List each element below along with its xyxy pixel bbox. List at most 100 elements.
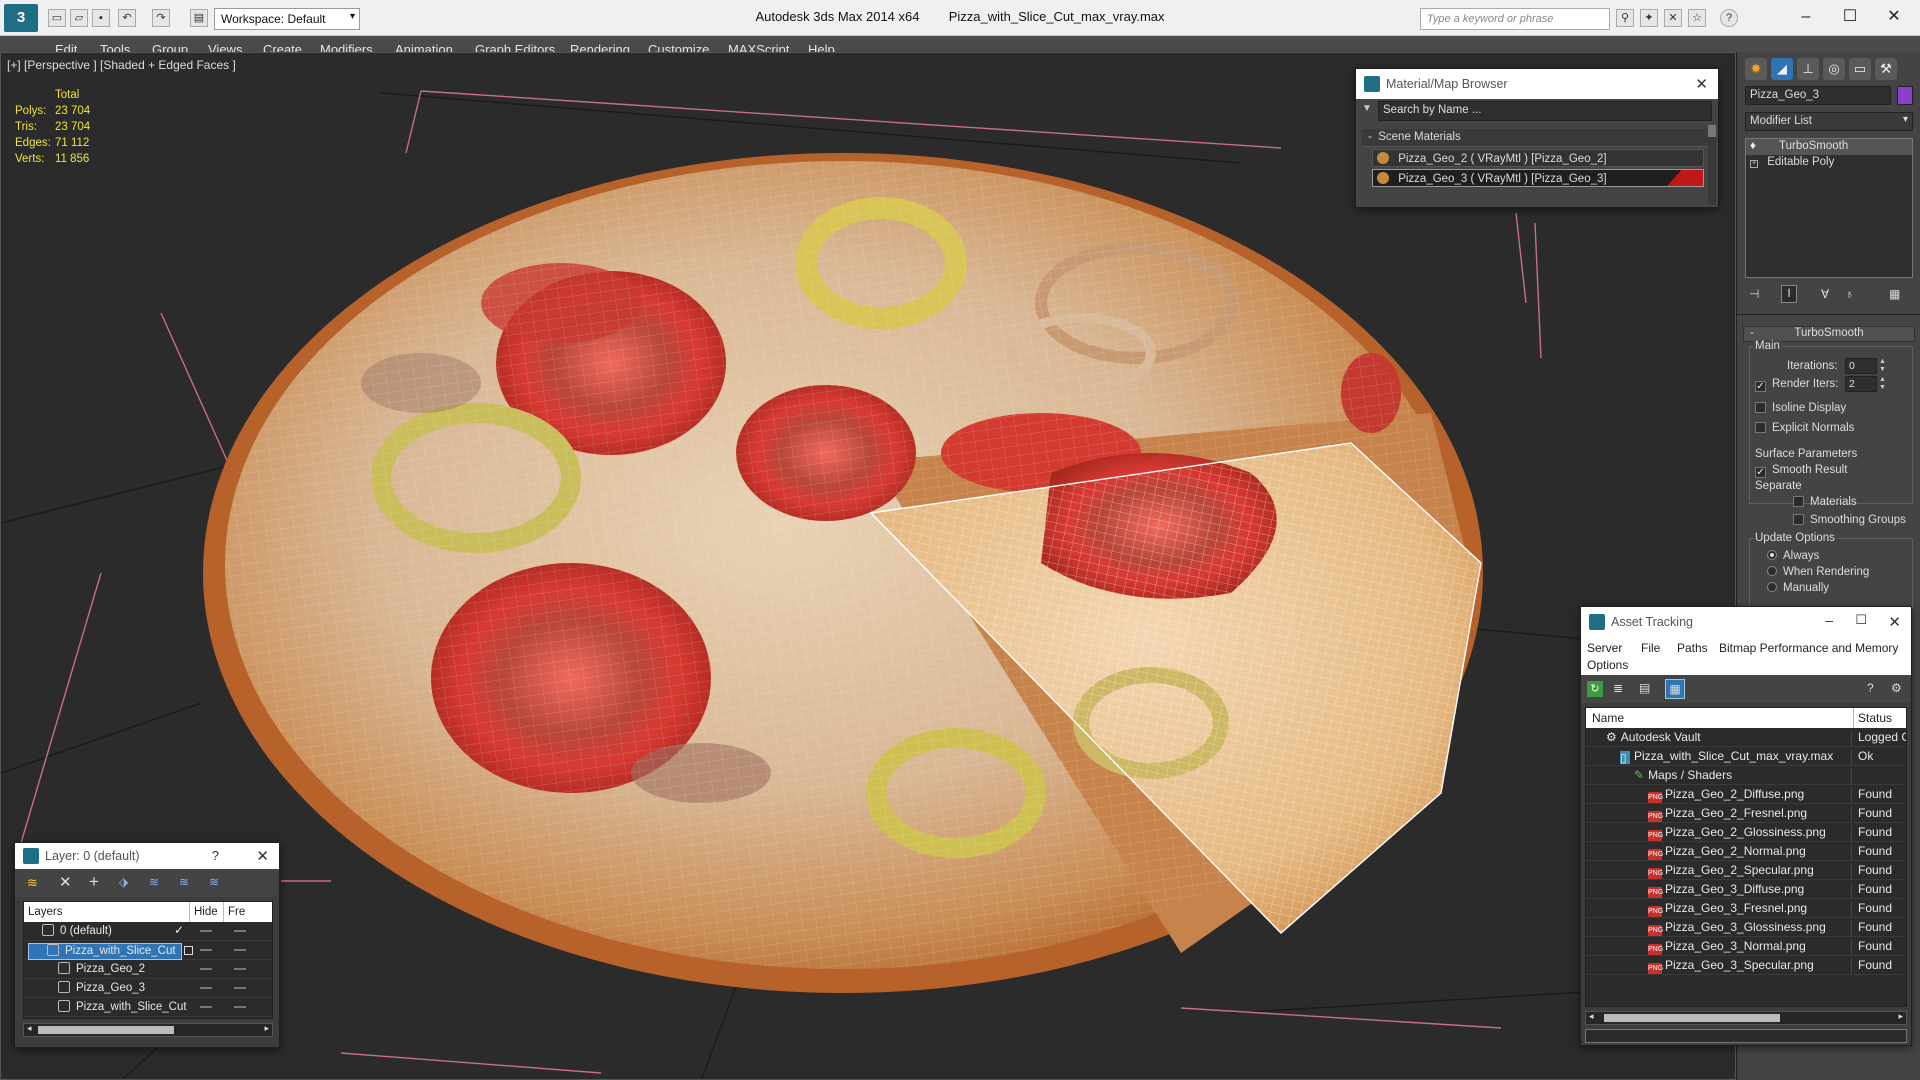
scroll-right-icon[interactable]: ▸: [1898, 1011, 1903, 1022]
layer-row[interactable]: Pizza_Geo_2: [24, 960, 272, 979]
settings-icon[interactable]: ⚙: [1891, 681, 1902, 695]
freeze-all-icon[interactable]: ≋: [209, 875, 219, 889]
smoothing-groups-checkbox[interactable]: [1793, 514, 1804, 525]
update-when-rendering-radio[interactable]: [1767, 566, 1777, 576]
isoline-display-row[interactable]: Isoline Display: [1755, 402, 1846, 414]
tree-view-icon[interactable]: ▤: [1639, 681, 1650, 695]
create-layer-icon[interactable]: ≋: [27, 875, 38, 891]
material-item-pizza-geo-3[interactable]: Pizza_Geo_3 ( VRayMtl ) [Pizza_Geo_3]: [1372, 169, 1704, 187]
utilities-tab-icon[interactable]: ⚒: [1875, 58, 1897, 80]
asset-row[interactable]: PNG Pizza_Geo_2_Fresnel.png Found: [1586, 804, 1906, 823]
update-manually-radio[interactable]: [1767, 582, 1777, 592]
add-to-layer-icon[interactable]: +: [89, 872, 99, 892]
delete-layer-icon[interactable]: ✕: [59, 873, 72, 891]
column-freeze[interactable]: Fre: [224, 902, 272, 922]
binoculars-icon[interactable]: ⚲: [1616, 9, 1634, 27]
stack-item-turbosmooth[interactable]: ♦ TurboSmooth: [1746, 139, 1912, 155]
asset-tracking-titlebar[interactable]: Asset Tracking – ☐ ✕: [1581, 607, 1911, 637]
maximize-icon[interactable]: ☐: [1830, 4, 1870, 30]
expand-icon[interactable]: +: [1750, 160, 1758, 168]
menu-server[interactable]: Server: [1587, 641, 1622, 655]
help-icon[interactable]: ?: [1867, 681, 1874, 695]
active-layer-box-icon[interactable]: [184, 946, 193, 955]
scene-materials-header[interactable]: - Scene Materials: [1362, 129, 1712, 147]
subscription-icon[interactable]: ✦: [1640, 9, 1658, 27]
update-always-radio[interactable]: [1767, 550, 1777, 560]
material-browser-titlebar[interactable]: Material/Map Browser ✕: [1356, 69, 1718, 99]
iterations-spinner[interactable]: ▲ ▼: [1879, 358, 1886, 374]
iterations-input[interactable]: 0: [1845, 358, 1877, 374]
help-icon[interactable]: ?: [212, 848, 219, 863]
browser-scrollbar[interactable]: [1708, 125, 1716, 205]
asset-row[interactable]: PNG Pizza_Geo_3_Specular.png Found: [1586, 956, 1906, 975]
layer-row[interactable]: 0 (default) ✓: [24, 922, 272, 941]
column-name[interactable]: Name: [1586, 708, 1854, 728]
material-item-pizza-geo-2[interactable]: Pizza_Geo_2 ( VRayMtl ) [Pizza_Geo_2]: [1372, 149, 1704, 167]
favorites-star-icon[interactable]: ☆: [1688, 9, 1706, 27]
menu-paths[interactable]: Paths: [1677, 641, 1708, 655]
motion-tab-icon[interactable]: ◎: [1823, 58, 1845, 80]
asset-row[interactable]: PNG Pizza_Geo_2_Specular.png Found: [1586, 861, 1906, 880]
viewport-label[interactable]: [+] [Perspective ] [Shaded + Edged Faces…: [7, 58, 236, 72]
materials-checkbox[interactable]: [1793, 496, 1804, 507]
create-tab-icon[interactable]: ✸: [1745, 58, 1767, 80]
remove-modifier-icon[interactable]: ♁: [1845, 287, 1854, 301]
freeze-toggle[interactable]: [234, 987, 246, 989]
modify-tab-icon[interactable]: ◢: [1771, 58, 1793, 80]
asset-row[interactable]: PNG Pizza_Geo_3_Diffuse.png Found: [1586, 880, 1906, 899]
asset-row[interactable]: ✎ Maps / Shaders: [1586, 766, 1906, 785]
list-view-icon[interactable]: ≣: [1613, 681, 1623, 695]
current-layer-check-icon[interactable]: ✓: [174, 923, 184, 937]
render-iters-checkbox[interactable]: ✓: [1755, 381, 1766, 392]
asset-row[interactable]: PNG Pizza_Geo_2_Diffuse.png Found: [1586, 785, 1906, 804]
menu-options[interactable]: Options: [1587, 658, 1628, 672]
update-always-row[interactable]: Always: [1767, 550, 1819, 562]
make-unique-icon[interactable]: ∀: [1821, 287, 1829, 301]
asset-row[interactable]: ▯ Pizza_with_Slice_Cut_max_vray.max Ok: [1586, 747, 1906, 766]
browser-options-icon[interactable]: ▼: [1362, 103, 1372, 114]
render-iters-spinner[interactable]: ▲ ▼: [1879, 376, 1886, 392]
close-icon[interactable]: ✕: [256, 847, 269, 865]
hide-toggle[interactable]: [200, 1006, 212, 1008]
material-search-input[interactable]: Search by Name ...: [1378, 101, 1712, 121]
maximize-icon[interactable]: ☐: [1855, 612, 1867, 628]
freeze-toggle[interactable]: [234, 930, 246, 932]
isoline-display-checkbox[interactable]: [1755, 402, 1766, 413]
explicit-normals-row[interactable]: Explicit Normals: [1755, 422, 1854, 434]
scroll-right-icon[interactable]: ▸: [264, 1023, 269, 1034]
column-hide[interactable]: Hide: [190, 902, 224, 922]
column-status[interactable]: Status: [1854, 708, 1906, 728]
layer-row[interactable]: Pizza_with_Slice_Cut: [24, 998, 272, 1017]
communication-icon[interactable]: ✕: [1664, 9, 1682, 27]
refresh-icon[interactable]: ↻: [1587, 681, 1603, 697]
pin-stack-icon[interactable]: ⊣: [1749, 287, 1759, 301]
explicit-normals-checkbox[interactable]: [1755, 422, 1766, 433]
asset-row[interactable]: PNG Pizza_Geo_3_Normal.png Found: [1586, 937, 1906, 956]
render-iters-input[interactable]: 2: [1845, 376, 1877, 392]
minimize-icon[interactable]: –: [1825, 612, 1833, 628]
stack-item-editable-poly[interactable]: + Editable Poly: [1746, 155, 1912, 171]
highlight-layer-icon[interactable]: ≋: [149, 875, 159, 889]
configure-sets-icon[interactable]: ▦: [1889, 287, 1900, 301]
hierarchy-tab-icon[interactable]: ⊥: [1797, 58, 1819, 80]
asset-row[interactable]: PNG Pizza_Geo_3_Glossiness.png Found: [1586, 918, 1906, 937]
close-icon[interactable]: ✕: [1874, 4, 1914, 30]
lightbulb-icon[interactable]: ♦: [1750, 140, 1760, 152]
menu-bitmap-performance[interactable]: Bitmap Performance and Memory: [1719, 641, 1898, 655]
asset-row[interactable]: ⚙ Autodesk Vault Logged C: [1586, 728, 1906, 747]
smoothing-groups-row[interactable]: Smoothing Groups: [1793, 514, 1906, 526]
hide-all-icon[interactable]: ≋: [179, 875, 189, 889]
materials-row[interactable]: Materials: [1793, 496, 1857, 508]
object-color-swatch[interactable]: [1897, 86, 1913, 105]
scroll-left-icon[interactable]: ◂: [27, 1023, 32, 1034]
render-iters-row[interactable]: ✓ Render Iters:: [1755, 378, 1838, 392]
select-objects-icon[interactable]: ⬗: [119, 875, 128, 889]
hide-toggle[interactable]: [200, 968, 212, 970]
table-view-icon[interactable]: ▦: [1665, 679, 1685, 699]
scroll-left-icon[interactable]: ◂: [1589, 1011, 1594, 1022]
display-tab-icon[interactable]: ▭: [1849, 58, 1871, 80]
layer-panel-titlebar[interactable]: Layer: 0 (default) ? ✕: [15, 843, 279, 869]
close-icon[interactable]: ✕: [1695, 75, 1708, 93]
column-layers[interactable]: Layers: [24, 902, 190, 922]
hide-toggle[interactable]: [200, 930, 212, 932]
